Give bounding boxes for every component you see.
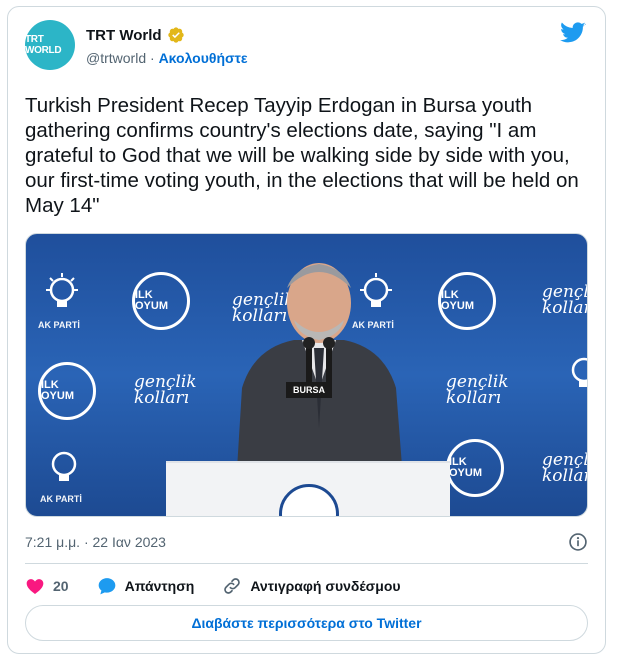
ilk-oyum-text: İLK OYUM	[135, 289, 168, 312]
tweet-actions: 20 Απάντηση Αντιγραφή συνδέσμου	[25, 570, 588, 602]
reply-label: Απάντηση	[124, 578, 195, 594]
ilk-oyum-text: İLK OYUM	[449, 456, 482, 479]
like-count: 20	[53, 578, 69, 594]
ak-parti-bulb-icon	[46, 273, 78, 307]
tweet-text: Turkish President Recep Tayyip Erdogan i…	[25, 94, 579, 217]
ak-parti-bulb-icon	[51, 451, 77, 481]
ilk-oyum-badge: İLK OYUM	[446, 439, 504, 497]
tweet-header: TRT WORLD TRT World @trtworld · Ακολουθή…	[25, 20, 588, 76]
tweet-media-image[interactable]: AK PARTİ İLK OYUM İLK OYUM İLK OYUM İLK …	[25, 233, 588, 517]
genclik-kollari-logo: gençlik kolları	[542, 450, 588, 486]
verified-badge-icon	[167, 27, 184, 43]
twitter-bird-icon[interactable]	[560, 22, 586, 44]
tweet-timestamp[interactable]: 7:21 μ.μ. · 22 Ιαν 2023	[25, 534, 166, 550]
like-button[interactable]: 20	[25, 576, 69, 596]
read-more-button[interactable]: Διαβάστε περισσότερα στο Twitter	[25, 605, 588, 641]
genclik-kollari-logo: gençlik kolları	[446, 372, 509, 408]
handle-separator: ·	[146, 50, 159, 66]
follow-link[interactable]: Ακολουθήστε	[159, 50, 248, 66]
backdrop-ak-parti-text: AK PARTİ	[38, 320, 80, 330]
ak-parti-bulb-icon	[571, 357, 587, 387]
timestamp-row: 7:21 μ.μ. · 22 Ιαν 2023	[25, 530, 588, 554]
genclik-kollari-logo: gençlik kolları	[542, 282, 588, 318]
info-icon[interactable]	[568, 532, 588, 552]
ilk-oyum-badge: İLK OYUM	[38, 362, 96, 420]
copy-link-label: Αντιγραφή συνδέσμου	[250, 578, 401, 594]
heart-icon	[26, 579, 44, 594]
genclik-kollari-logo: gençlik kolları	[134, 372, 197, 408]
avatar-logo-text: TRT WORLD	[25, 34, 62, 56]
author-handle[interactable]: @trtworld	[86, 50, 146, 66]
author-name[interactable]: TRT World	[86, 27, 162, 44]
ilk-oyum-text: İLK OYUM	[41, 379, 74, 402]
author-avatar[interactable]: TRT WORLD	[25, 20, 75, 70]
copy-link-button[interactable]: Αντιγραφή συνδέσμου	[222, 576, 401, 596]
link-icon	[224, 578, 241, 594]
backdrop-ak-parti-text: AK PARTİ	[40, 494, 82, 504]
divider	[25, 563, 588, 564]
ilk-oyum-badge: İLK OYUM	[438, 272, 496, 330]
podium-sign: BURSA	[286, 382, 332, 398]
handle-row: @trtworld · Ακολουθήστε	[86, 50, 247, 66]
reply-button[interactable]: Απάντηση	[97, 576, 195, 596]
reply-bubble-icon	[98, 578, 115, 595]
author-name-row: TRT World	[86, 26, 185, 44]
ilk-oyum-text: İLK OYUM	[441, 289, 474, 312]
ilk-oyum-badge: İLK OYUM	[132, 272, 190, 330]
tweet-card: TRT WORLD TRT World @trtworld · Ακολουθή…	[7, 6, 606, 654]
